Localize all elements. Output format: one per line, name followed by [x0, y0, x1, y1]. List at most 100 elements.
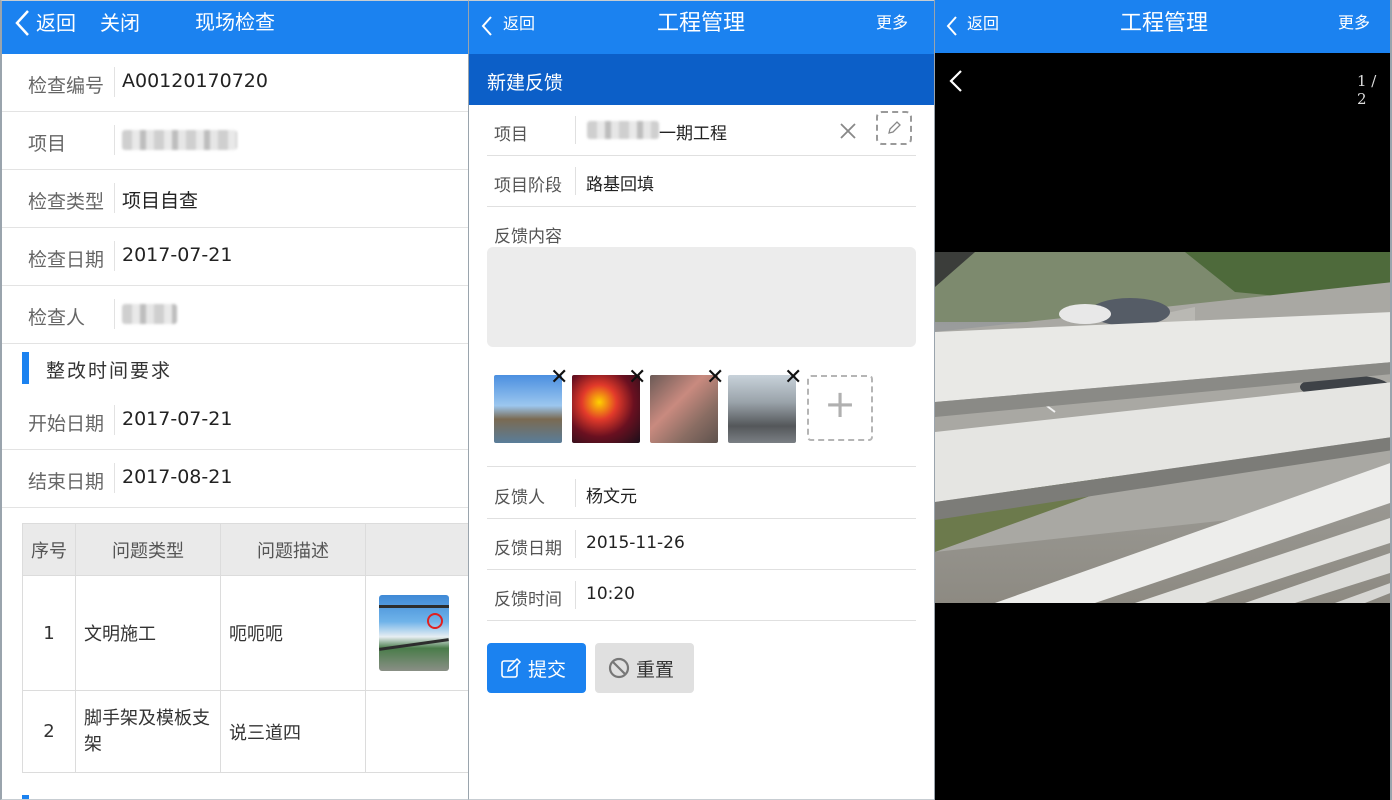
divider: [575, 479, 576, 507]
image-counter: 1 / 2: [1357, 72, 1377, 108]
field-inspector: 检查人: [2, 286, 468, 344]
remove-photo-icon[interactable]: ✕: [628, 367, 646, 389]
field-value: 2017-07-21: [122, 244, 233, 266]
form-subheader: 新建反馈: [469, 54, 934, 105]
table-row[interactable]: 1 文明施工 呃呃呃: [22, 575, 468, 691]
field-feedback-person: 反馈人 杨文元: [487, 468, 916, 519]
divider: [575, 116, 576, 144]
issue-photo-cell: [365, 575, 468, 691]
issues-table: 序号 问题类型 问题描述 1 文明施工 呃呃呃 2 脚手架及模板支架 说三道四: [22, 523, 468, 773]
feedback-person-value: 杨文元: [586, 487, 637, 507]
field-inspection-number: 检查编号 A00120170720: [2, 54, 468, 112]
section-accent-bar: [22, 795, 29, 799]
remove-photo-icon[interactable]: ✕: [706, 367, 724, 389]
more-button[interactable]: 更多: [1338, 15, 1370, 31]
photo-detail: [379, 638, 449, 651]
issue-photo-cell: [365, 690, 468, 773]
issue-description: 呃呃呃: [220, 575, 366, 691]
issue-type: 文明施工: [75, 575, 221, 691]
field-label: 反馈人: [494, 488, 545, 508]
field-start-date: 开始日期 2017-07-21: [2, 392, 468, 450]
photo-annotation-circle: [427, 613, 443, 629]
redacted-project-prefix: [587, 121, 659, 139]
section-title: 整改时间要求: [46, 360, 173, 382]
reset-button[interactable]: 重置: [595, 643, 694, 693]
field-inspection-date: 检查日期 2017-07-21: [2, 228, 468, 286]
edit-project-button[interactable]: [876, 111, 912, 145]
redacted-project-name: [122, 130, 237, 150]
divider: [114, 125, 115, 155]
field-label: 项目: [494, 125, 528, 145]
field-inspection-type: 检查类型 项目自查: [2, 170, 468, 228]
column-header-photo: [365, 523, 468, 576]
field-label: 检查编号: [28, 75, 105, 97]
fullscreen-photo[interactable]: [935, 252, 1390, 603]
issue-photo-thumbnail[interactable]: [379, 595, 449, 671]
stage-value[interactable]: 路基回填: [586, 170, 654, 195]
row-number: 2: [22, 690, 76, 773]
feedback-time-value[interactable]: 10:20: [586, 584, 635, 604]
pencil-icon: [888, 121, 901, 134]
back-button[interactable]: 返回: [967, 16, 999, 32]
field-project-stage: 项目阶段 路基回填: [487, 156, 916, 207]
plus-icon: +: [824, 382, 856, 426]
photo-detail: [379, 605, 449, 608]
photo-viewer-panel: 返回 工程管理 更多 1 / 2: [934, 0, 1392, 800]
field-label: 项目: [28, 133, 67, 155]
column-header-description: 问题描述: [220, 523, 366, 576]
divider: [114, 405, 115, 435]
field-value: 项目自查: [122, 190, 199, 212]
field-label: 开始日期: [28, 413, 105, 435]
field-feedback-date: 反馈日期 2015-11-26: [487, 519, 916, 570]
issue-description: 说三道四: [220, 690, 366, 773]
reset-label: 重置: [636, 659, 675, 681]
divider: [114, 241, 115, 271]
close-button[interactable]: 关闭: [100, 13, 140, 33]
feedback-panel: 返回 工程管理 更多 新建反馈 项目 一期工程 项目阶段 路基回填 反馈内容 ✕…: [468, 0, 934, 800]
section-accent-bar: [22, 352, 29, 384]
field-project: 项目: [2, 112, 468, 170]
feedback-content-input[interactable]: [487, 247, 916, 347]
column-header-number: 序号: [22, 523, 76, 576]
inspection-header: 返回 关闭 现场检查: [2, 1, 468, 54]
back-button[interactable]: 返回: [36, 13, 76, 33]
divider: [114, 183, 115, 213]
back-chevron-icon[interactable]: [14, 9, 30, 37]
page-title: 工程管理: [657, 11, 746, 36]
content-label: 反馈内容: [494, 227, 562, 247]
add-photo-button[interactable]: +: [807, 375, 873, 441]
submit-button[interactable]: 提交: [487, 643, 586, 693]
divider: [114, 299, 115, 329]
field-project: 项目 一期工程: [487, 105, 916, 156]
issue-type: 脚手架及模板支架: [75, 690, 221, 773]
field-label: 检查日期: [28, 249, 105, 271]
field-value: 2017-08-21: [122, 466, 233, 488]
column-header-type: 问题类型: [75, 523, 221, 576]
page-title: 现场检查: [195, 10, 275, 34]
back-chevron-icon[interactable]: [946, 15, 958, 37]
project-value[interactable]: 一期工程: [659, 119, 727, 144]
field-label: 结束日期: [28, 471, 105, 493]
remove-photo-icon[interactable]: ✕: [550, 367, 568, 389]
rectification-section-header: 整改时间要求: [22, 350, 468, 386]
submit-label: 提交: [528, 659, 567, 681]
field-end-date: 结束日期 2017-08-21: [2, 450, 468, 508]
clear-icon[interactable]: [839, 122, 857, 140]
back-chevron-icon[interactable]: [481, 15, 493, 37]
divider: [487, 466, 916, 467]
divider: [575, 167, 576, 195]
field-label: 反馈日期: [494, 539, 562, 559]
back-button[interactable]: 返回: [503, 16, 535, 32]
edit-icon: [501, 657, 522, 678]
table-row[interactable]: 2 脚手架及模板支架 说三道四: [22, 690, 468, 773]
feedback-date-value[interactable]: 2015-11-26: [586, 533, 685, 553]
field-label: 检查人: [28, 307, 86, 329]
divider: [114, 67, 115, 97]
feedback-header: 返回 工程管理 更多: [469, 1, 934, 54]
viewer-back-arrow-icon[interactable]: [949, 69, 963, 93]
remove-photo-icon[interactable]: ✕: [784, 367, 802, 389]
field-feedback-time: 反馈时间 10:20: [487, 570, 916, 621]
field-label: 项目阶段: [494, 176, 562, 196]
viewer-header: 返回 工程管理 更多: [935, 0, 1390, 53]
more-button[interactable]: 更多: [876, 15, 908, 31]
